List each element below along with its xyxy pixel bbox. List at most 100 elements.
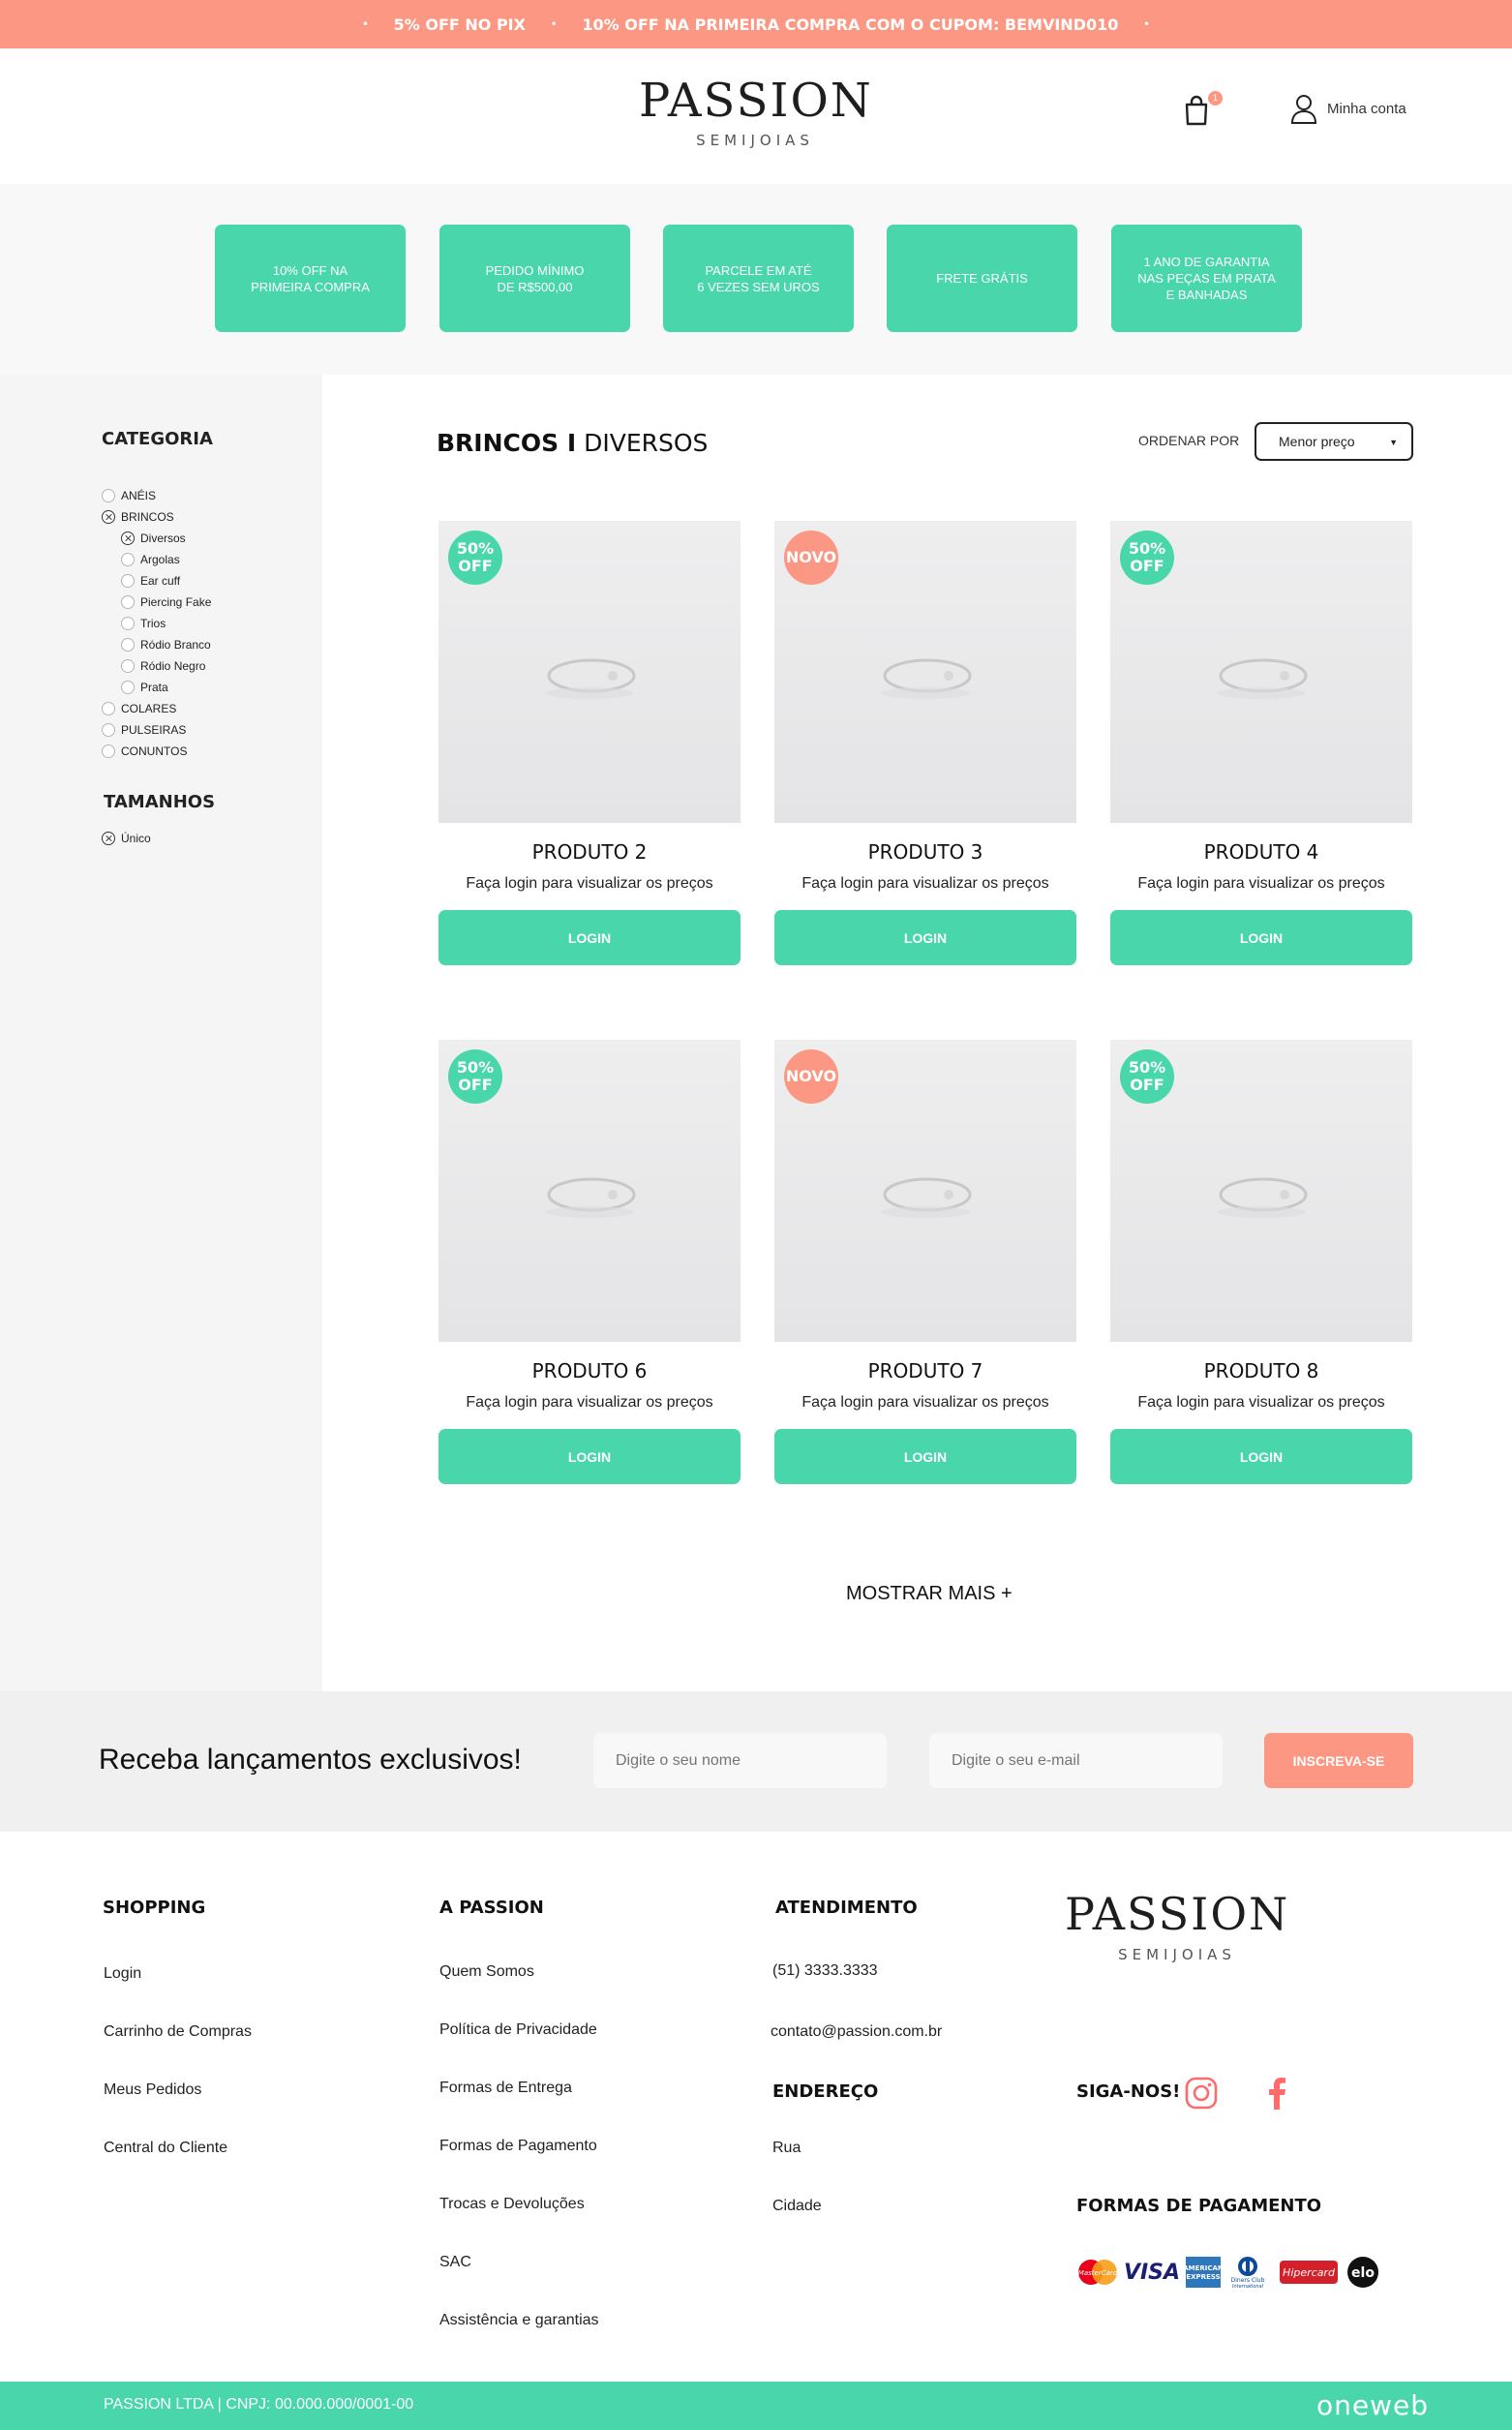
feature-installments: PARCELE EM ATÉ 6 VEZES SEM UROS: [663, 225, 854, 332]
filter-ear-cuff[interactable]: Ear cuff: [121, 574, 180, 588]
product-image[interactable]: 50% OFF: [1110, 1040, 1412, 1342]
newsletter-name-input[interactable]: [593, 1733, 887, 1788]
filter-trios[interactable]: Trios: [121, 617, 166, 630]
footer-service-title: ATENDIMENTO: [775, 1898, 918, 1918]
elo-icon: elo: [1346, 2256, 1380, 2289]
footer-link-customer-center[interactable]: Central do Cliente: [104, 2140, 227, 2157]
follow-us-title: SIGA-NOS!: [1076, 2081, 1181, 2102]
promo-pix: 5% OFF NO PIX: [393, 15, 526, 34]
login-button[interactable]: LOGIN: [438, 910, 741, 965]
footer-link-orders[interactable]: Meus Pedidos: [104, 2081, 201, 2099]
newsletter-email-input[interactable]: [929, 1733, 1223, 1788]
product-image[interactable]: 50% OFF: [438, 1040, 741, 1342]
developer-brand-logo[interactable]: oneweb: [1316, 2389, 1429, 2421]
filter-size-unico[interactable]: Único: [102, 832, 151, 845]
filter-label: Prata: [140, 681, 168, 694]
selected-radio-icon[interactable]: [102, 832, 115, 845]
footer-link-warranty[interactable]: Assistência e garantias: [439, 2312, 599, 2329]
filter-piercing-fake[interactable]: Piercing Fake: [121, 595, 211, 609]
footer-link-payment[interactable]: Formas de Pagamento: [439, 2138, 597, 2155]
footer-link-login[interactable]: Login: [104, 1965, 141, 1983]
payment-methods-title: FORMAS DE PAGAMENTO: [1076, 2196, 1322, 2216]
radio-icon[interactable]: [121, 574, 135, 588]
footer-logo-sub-text: SEMIJOIAS: [1118, 1946, 1236, 1963]
svg-text:International: International: [1232, 2284, 1264, 2289]
filter-label: COLARES: [121, 702, 177, 715]
subscribe-button[interactable]: INSCREVA-SE: [1264, 1733, 1413, 1788]
filter-label: Ear cuff: [140, 574, 181, 588]
product-name[interactable]: PRODUTO 2: [438, 840, 741, 864]
page-title-category: BRINCOS I: [437, 429, 577, 457]
show-more-button[interactable]: MOSTRAR MAIS +: [846, 1583, 1013, 1605]
filter-conuntos[interactable]: CONUNTOS: [102, 744, 187, 758]
login-button[interactable]: LOGIN: [1110, 910, 1412, 965]
facebook-icon[interactable]: [1268, 2077, 1287, 2110]
product-name[interactable]: PRODUTO 6: [438, 1359, 741, 1382]
sort-select[interactable]: Menor preço ▼: [1255, 422, 1413, 461]
radio-icon[interactable]: [102, 702, 115, 715]
footer-link-returns[interactable]: Trocas e Devoluções: [439, 2196, 585, 2213]
radio-icon[interactable]: [121, 595, 135, 609]
filter-prata[interactable]: Prata: [121, 681, 168, 694]
product-name[interactable]: PRODUTO 7: [774, 1359, 1076, 1382]
logo-sub-text: SEMIJOIAS: [696, 132, 814, 149]
feature-warranty: 1 ANO DE GARANTIA NAS PEÇAS EM PRATA E B…: [1111, 225, 1302, 332]
selected-radio-icon[interactable]: [102, 510, 115, 524]
filter-brincos[interactable]: BRINCOS: [102, 510, 174, 524]
footer-link-about[interactable]: Quem Somos: [439, 1963, 534, 1981]
product-price-notice: Faça login para visualizar os preços: [1137, 875, 1385, 892]
radio-icon[interactable]: [121, 638, 135, 652]
filter-diversos[interactable]: Diversos: [121, 532, 186, 545]
product-image[interactable]: NOVO: [774, 1040, 1076, 1342]
sort-label: ORDENAR POR: [1138, 433, 1240, 448]
radio-icon[interactable]: [121, 681, 135, 694]
separator-dot: •: [362, 18, 369, 30]
selected-radio-icon[interactable]: [121, 532, 135, 545]
footer-link-cart[interactable]: Carrinho de Compras: [104, 2023, 252, 2041]
radio-icon[interactable]: [102, 744, 115, 758]
filter-label: Piercing Fake: [140, 595, 212, 609]
footer-link-privacy[interactable]: Política de Privacidade: [439, 2021, 597, 2039]
radio-icon[interactable]: [121, 553, 135, 566]
login-button[interactable]: LOGIN: [774, 910, 1076, 965]
footer-link-sac[interactable]: SAC: [439, 2254, 471, 2271]
instagram-icon[interactable]: [1185, 2077, 1218, 2110]
diners-club-icon: Diners Club International: [1227, 2256, 1268, 2289]
product-name[interactable]: PRODUTO 8: [1110, 1359, 1412, 1382]
company-info: PASSION LTDA | CNPJ: 00.000.000/0001-00: [104, 2396, 414, 2413]
filter-rodio-branco[interactable]: Ródio Branco: [121, 638, 211, 652]
filter-pulseiras[interactable]: PULSEIRAS: [102, 723, 186, 737]
filter-label: BRINCOS: [121, 510, 174, 524]
footer-phone[interactable]: (51) 3333.3333: [772, 1962, 878, 1980]
radio-icon[interactable]: [102, 489, 115, 502]
filter-aneis[interactable]: ANÉIS: [102, 489, 156, 502]
separator-dot: •: [1143, 18, 1150, 30]
radio-icon[interactable]: [102, 723, 115, 737]
footer-logo[interactable]: PASSION SEMIJOIAS: [1065, 1890, 1289, 1963]
radio-icon[interactable]: [121, 659, 135, 673]
feature-first-purchase: 10% OFF NA PRIMEIRA COMPRA: [215, 225, 406, 332]
footer-link-delivery[interactable]: Formas de Entrega: [439, 2080, 572, 2097]
product-image[interactable]: 50% OFF: [438, 521, 741, 823]
filter-colares[interactable]: COLARES: [102, 702, 176, 715]
filter-argolas[interactable]: Argolas: [121, 553, 180, 566]
product-image[interactable]: NOVO: [774, 521, 1076, 823]
product-name[interactable]: PRODUTO 4: [1110, 840, 1412, 864]
footer-email[interactable]: contato@passion.com.br: [771, 2023, 942, 2041]
site-logo[interactable]: PASSION SEMIJOIAS: [639, 76, 871, 149]
product-image[interactable]: 50% OFF: [1110, 521, 1412, 823]
shopping-bag-icon[interactable]: [1183, 95, 1210, 126]
caret-down-icon: ▼: [1389, 438, 1398, 447]
login-button[interactable]: LOGIN: [774, 1429, 1076, 1484]
product-name[interactable]: PRODUTO 3: [774, 840, 1076, 864]
discount-badge: 50% OFF: [1120, 1049, 1174, 1104]
account-link[interactable]: Minha conta: [1290, 93, 1406, 124]
cart-count-badge: 1: [1208, 91, 1223, 106]
login-button[interactable]: LOGIN: [438, 1429, 741, 1484]
filter-rodio-negro[interactable]: Ródio Negro: [121, 659, 205, 673]
sizes-filter-title: TAMANHOS: [104, 792, 216, 812]
radio-icon[interactable]: [121, 617, 135, 630]
login-button[interactable]: LOGIN: [1110, 1429, 1412, 1484]
footer-address-title: ENDEREÇO: [772, 2081, 879, 2102]
page-title-subcategory: DIVERSOS: [576, 429, 709, 457]
